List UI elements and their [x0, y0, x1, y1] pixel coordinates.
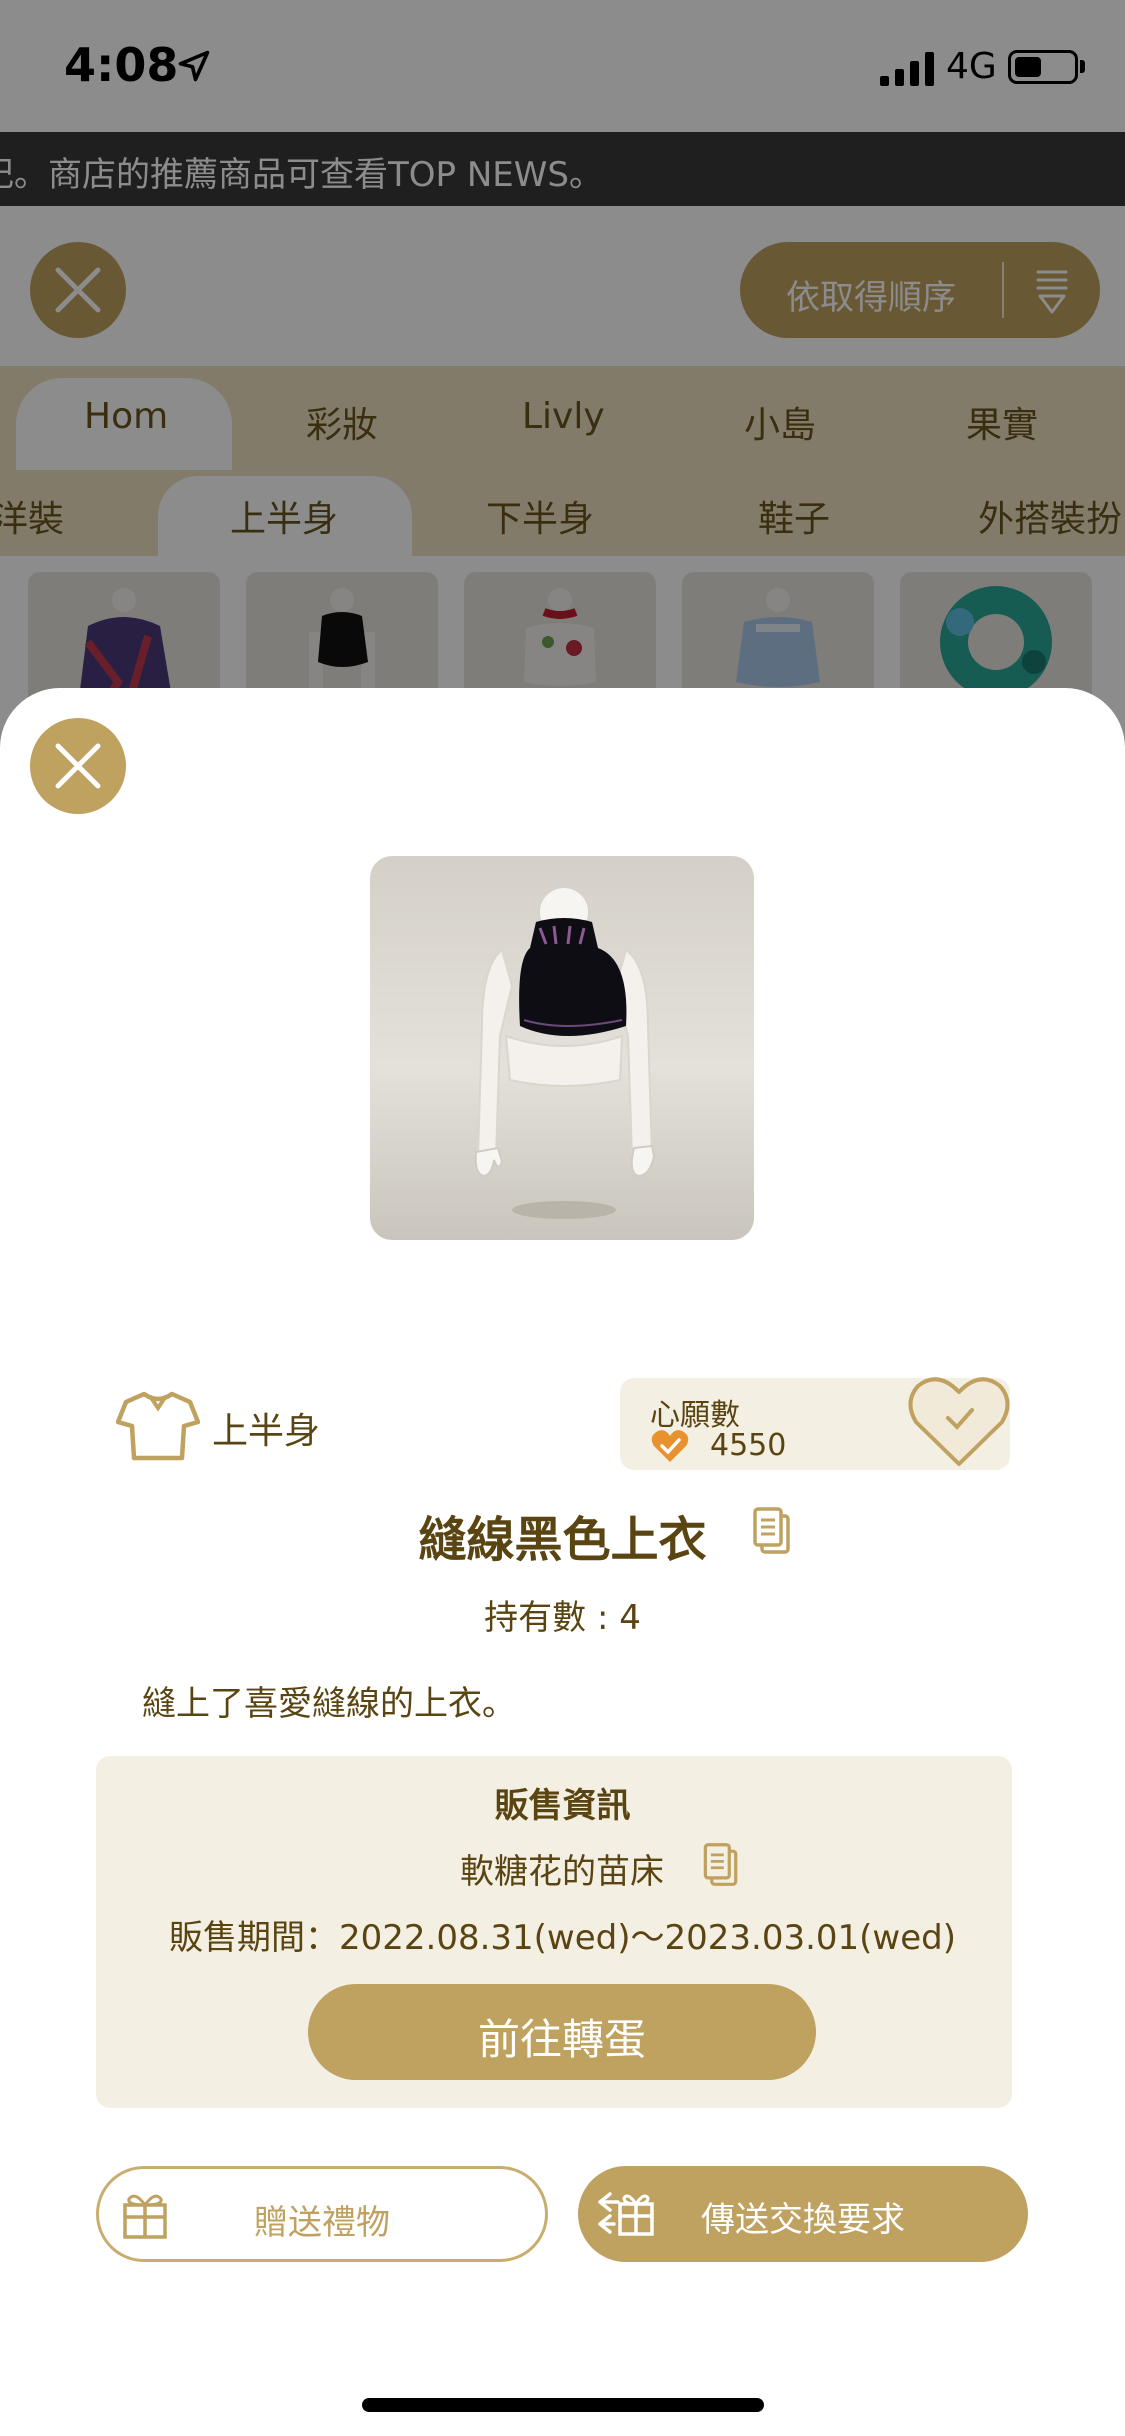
- item-description: 縫上了喜愛縫線的上衣。: [142, 1684, 516, 1724]
- home-indicator[interactable]: [362, 2398, 764, 2412]
- wish-heart-button[interactable]: [904, 1370, 1014, 1470]
- item-category-label: 上半身: [212, 1411, 321, 1452]
- close-icon: [55, 743, 101, 789]
- send-gift-button[interactable]: 贈送禮物: [96, 2166, 548, 2262]
- close-button[interactable]: [30, 718, 126, 814]
- owned-count: 持有數 : 4: [484, 1598, 641, 1638]
- heart-badge-icon: [651, 1430, 689, 1462]
- shirt-icon: [116, 1391, 200, 1461]
- sale-shop-name: 軟糖花的苗床: [460, 1852, 664, 1892]
- sale-period: 販售期間：2022.08.31(wed)〜2023.03.01(wed): [168, 1918, 956, 1958]
- sale-info-title: 販售資訊: [494, 1786, 631, 1826]
- item-name: 縫線黑色上衣: [418, 1512, 707, 1568]
- send-trade-request-button[interactable]: 傳送交換要求: [578, 2166, 1028, 2262]
- go-to-gacha-button[interactable]: 前往轉蛋: [308, 1984, 816, 2080]
- wish-count: 4550: [710, 1428, 787, 1463]
- copy-name-icon[interactable]: [752, 1506, 792, 1556]
- copy-shop-icon[interactable]: [702, 1842, 740, 1888]
- black-top-illustration: [474, 888, 656, 1219]
- send-trade-request-label: 傳送交換要求: [701, 2200, 905, 2240]
- go-to-gacha-label: 前往轉蛋: [477, 2015, 646, 2064]
- item-image: [370, 856, 754, 1240]
- send-gift-label: 贈送禮物: [254, 2203, 390, 2243]
